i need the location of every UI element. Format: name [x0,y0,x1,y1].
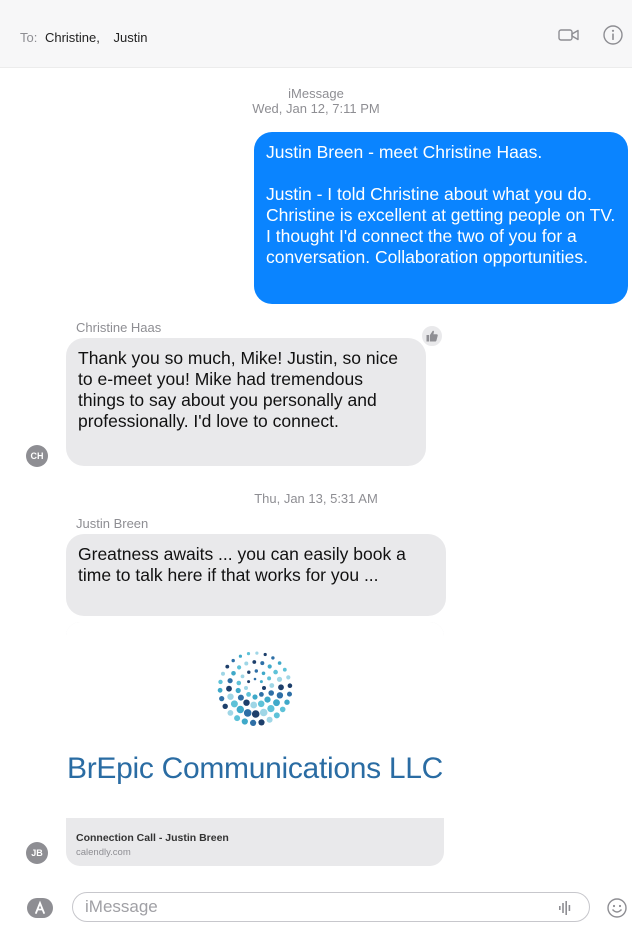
message-text: Thank you so much, Mike! Justin, so nice… [78,348,398,431]
outgoing-message-bubble[interactable]: Justin Breen - meet Christine Haas. Just… [254,132,628,304]
message-input[interactable] [72,892,590,922]
info-icon[interactable] [602,24,624,46]
sender-name: Justin Breen [76,516,149,531]
audio-message-icon[interactable] [556,899,574,917]
service-label: iMessage [288,86,344,101]
recipient-justin[interactable]: Justin [114,30,148,45]
video-call-icon[interactable] [558,24,580,46]
message-text: Justin - I told Christine about what you… [266,184,616,267]
message-composer [0,890,632,926]
emoji-icon[interactable] [606,897,628,919]
avatar[interactable]: JB [26,842,48,864]
incoming-message-bubble[interactable]: Greatness awaits ... you can easily book… [66,534,446,616]
link-domain: calendly.com [76,847,131,858]
link-preview-image: BrEpic Communications LLC [66,622,444,818]
conversation-header: To: Christine, Justin [0,0,632,68]
to-label: To: [20,30,38,45]
link-preview-card[interactable]: BrEpic Communications LLC Connection Cal… [66,622,444,866]
recipients-line[interactable]: To: Christine, Justin [20,30,157,45]
incoming-message-bubble[interactable]: Thank you so much, Mike! Justin, so nice… [66,338,426,466]
timestamp: Wed, Jan 12, 7:11 PM [252,101,380,116]
message-text: Greatness awaits ... you can easily book… [78,544,406,585]
thumbs-up-icon[interactable] [420,324,444,348]
timestamp: Thu, Jan 13, 5:31 AM [254,491,378,506]
link-title: Connection Call - Justin Breen [76,832,229,844]
sender-name: Christine Haas [76,320,162,335]
avatar[interactable]: CH [26,445,48,467]
recipient-christine[interactable]: Christine, [45,30,100,45]
brand-name: BrEpic Communications LLC [67,752,443,785]
brand-logo-icon [217,651,293,726]
message-text: Justin Breen - meet Christine Haas. [266,142,543,162]
app-store-icon[interactable] [26,897,54,919]
